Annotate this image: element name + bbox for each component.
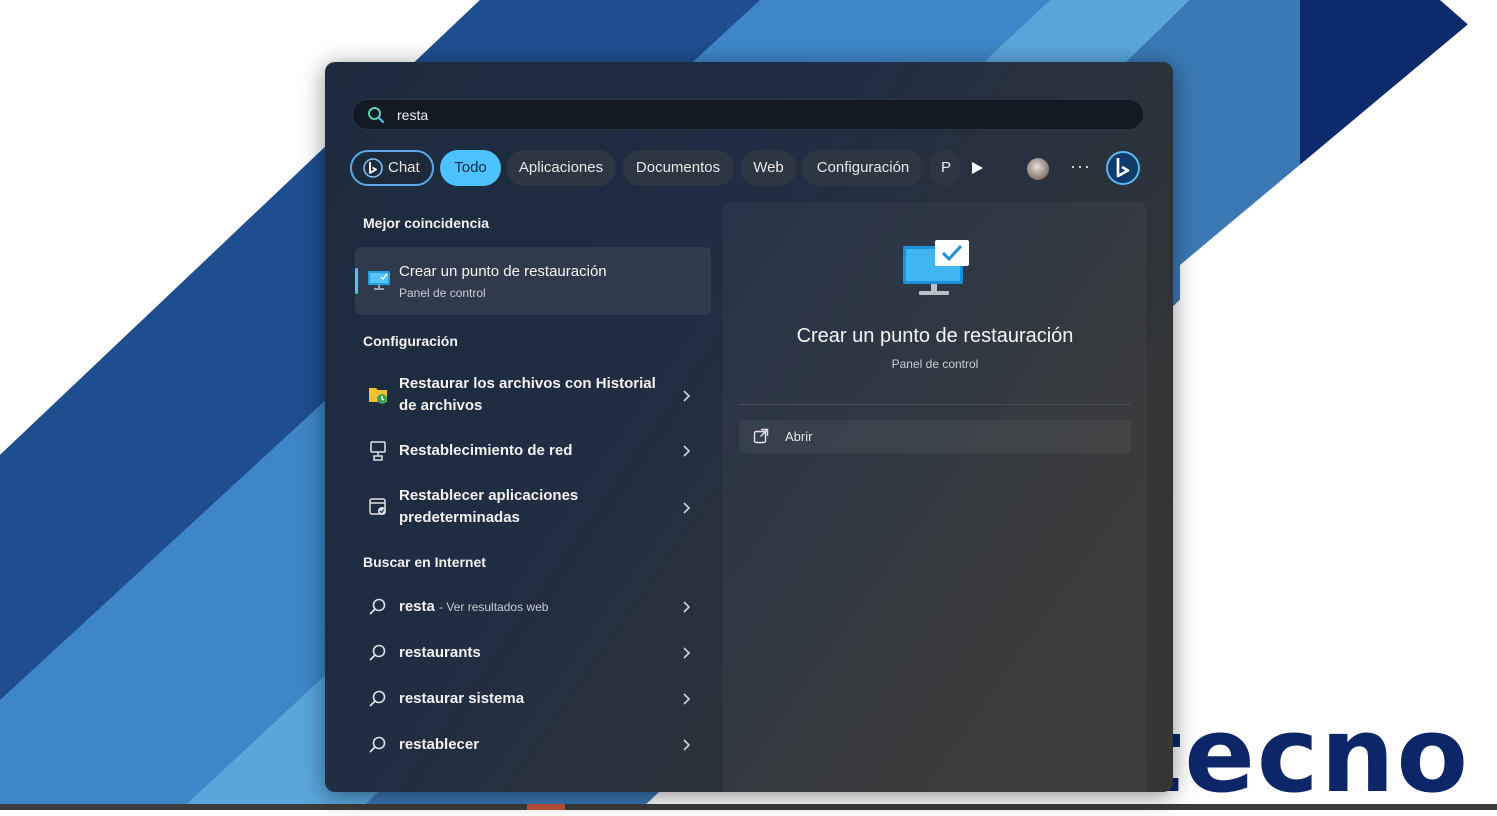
filter-documentos[interactable]: Documentos [622, 150, 734, 186]
scroll-right-icon[interactable] [970, 161, 984, 175]
settings-item-default-apps[interactable]: Restablecer aplicaciones predeterminadas [355, 479, 711, 535]
web-result-query: restablecer [399, 736, 480, 753]
settings-item-label: Restablecer aplicaciones predeterminadas [399, 485, 578, 529]
chevron-right-icon [683, 739, 691, 751]
settings-item-label: Restablecimiento de red [399, 442, 573, 459]
chevron-right-icon [683, 601, 691, 613]
detail-pane: Crear un punto de restauración Panel de … [723, 202, 1147, 792]
open-button-label: Abrir [785, 429, 813, 444]
network-reset-icon [370, 441, 386, 461]
search-icon [369, 690, 386, 707]
best-match-subtitle: Panel de control [399, 286, 486, 300]
settings-item-file-history[interactable]: Restaurar los archivos con Historial de … [355, 367, 711, 423]
web-search-header: Buscar en Internet [363, 554, 486, 570]
brand-logo-text: tecno [1132, 694, 1470, 816]
avatar[interactable] [1027, 158, 1049, 180]
open-button[interactable]: Abrir [739, 420, 1131, 453]
filter-chat[interactable]: Chat [350, 150, 434, 186]
web-result-item[interactable]: restaurants [355, 638, 711, 668]
detail-subtitle: Panel de control [891, 357, 979, 371]
filter-aplicaciones[interactable]: Aplicaciones [506, 150, 616, 186]
filter-configuracion[interactable]: Configuración [802, 150, 924, 186]
search-panel: Chat Todo Aplicaciones Documentos Web Co… [325, 62, 1173, 792]
bing-chat-icon [363, 158, 383, 178]
chevron-right-icon [683, 693, 691, 705]
search-icon [369, 644, 386, 661]
web-result-item[interactable]: restaurar sistema [355, 684, 711, 714]
search-icon [369, 736, 386, 753]
filter-chat-label: Chat [388, 159, 420, 176]
divider [739, 404, 1131, 405]
settings-item-label-line2: predeterminadas [399, 509, 520, 526]
best-match-header: Mejor coincidencia [363, 215, 490, 231]
best-match-item[interactable]: Crear un punto de restauración Panel de … [355, 247, 711, 315]
chevron-right-icon [683, 502, 691, 514]
search-input[interactable] [397, 107, 1097, 123]
filter-overflow[interactable]: P [930, 150, 960, 186]
settings-item-label-line2: de archivos [399, 397, 483, 414]
search-icon [369, 598, 386, 615]
web-result-item[interactable]: restablecer [355, 730, 711, 760]
taskbar-edge [0, 804, 1497, 810]
web-result-query: restaurar sistema [399, 690, 525, 707]
filter-web[interactable]: Web [740, 150, 797, 186]
search-icon [368, 107, 385, 124]
open-external-icon [753, 428, 769, 444]
default-apps-icon [369, 498, 386, 515]
settings-item-network-reset[interactable]: Restablecimiento de red [355, 435, 711, 467]
restore-point-large-icon [903, 240, 969, 295]
filter-todo[interactable]: Todo [440, 150, 501, 186]
settings-header: Configuración [363, 333, 458, 349]
file-history-icon [369, 388, 387, 404]
best-match-title: Crear un punto de restauración [399, 263, 607, 280]
taskbar-highlight [527, 804, 565, 810]
web-result-query: resta [399, 598, 435, 615]
web-result-label: resta - Ver resultados web [399, 596, 548, 618]
search-box[interactable] [352, 99, 1144, 130]
more-options-button[interactable]: ··· [1070, 156, 1091, 177]
settings-item-label: Restaurar los archivos con Historial de … [399, 373, 656, 417]
chevron-right-icon [683, 647, 691, 659]
web-result-query: restaurants [399, 644, 481, 661]
settings-item-label-line1: Restaurar los archivos con Historial [399, 375, 656, 392]
bing-icon[interactable] [1105, 150, 1141, 186]
chevron-right-icon [683, 445, 691, 457]
chevron-right-icon [683, 390, 691, 402]
restore-point-icon [368, 271, 390, 290]
web-result-item[interactable]: resta - Ver resultados web [355, 592, 711, 622]
web-result-suffix: - Ver resultados web [439, 600, 549, 614]
detail-title: Crear un punto de restauración [796, 325, 1074, 347]
selection-indicator [355, 268, 358, 294]
settings-item-label-line1: Restablecer aplicaciones [399, 487, 579, 504]
